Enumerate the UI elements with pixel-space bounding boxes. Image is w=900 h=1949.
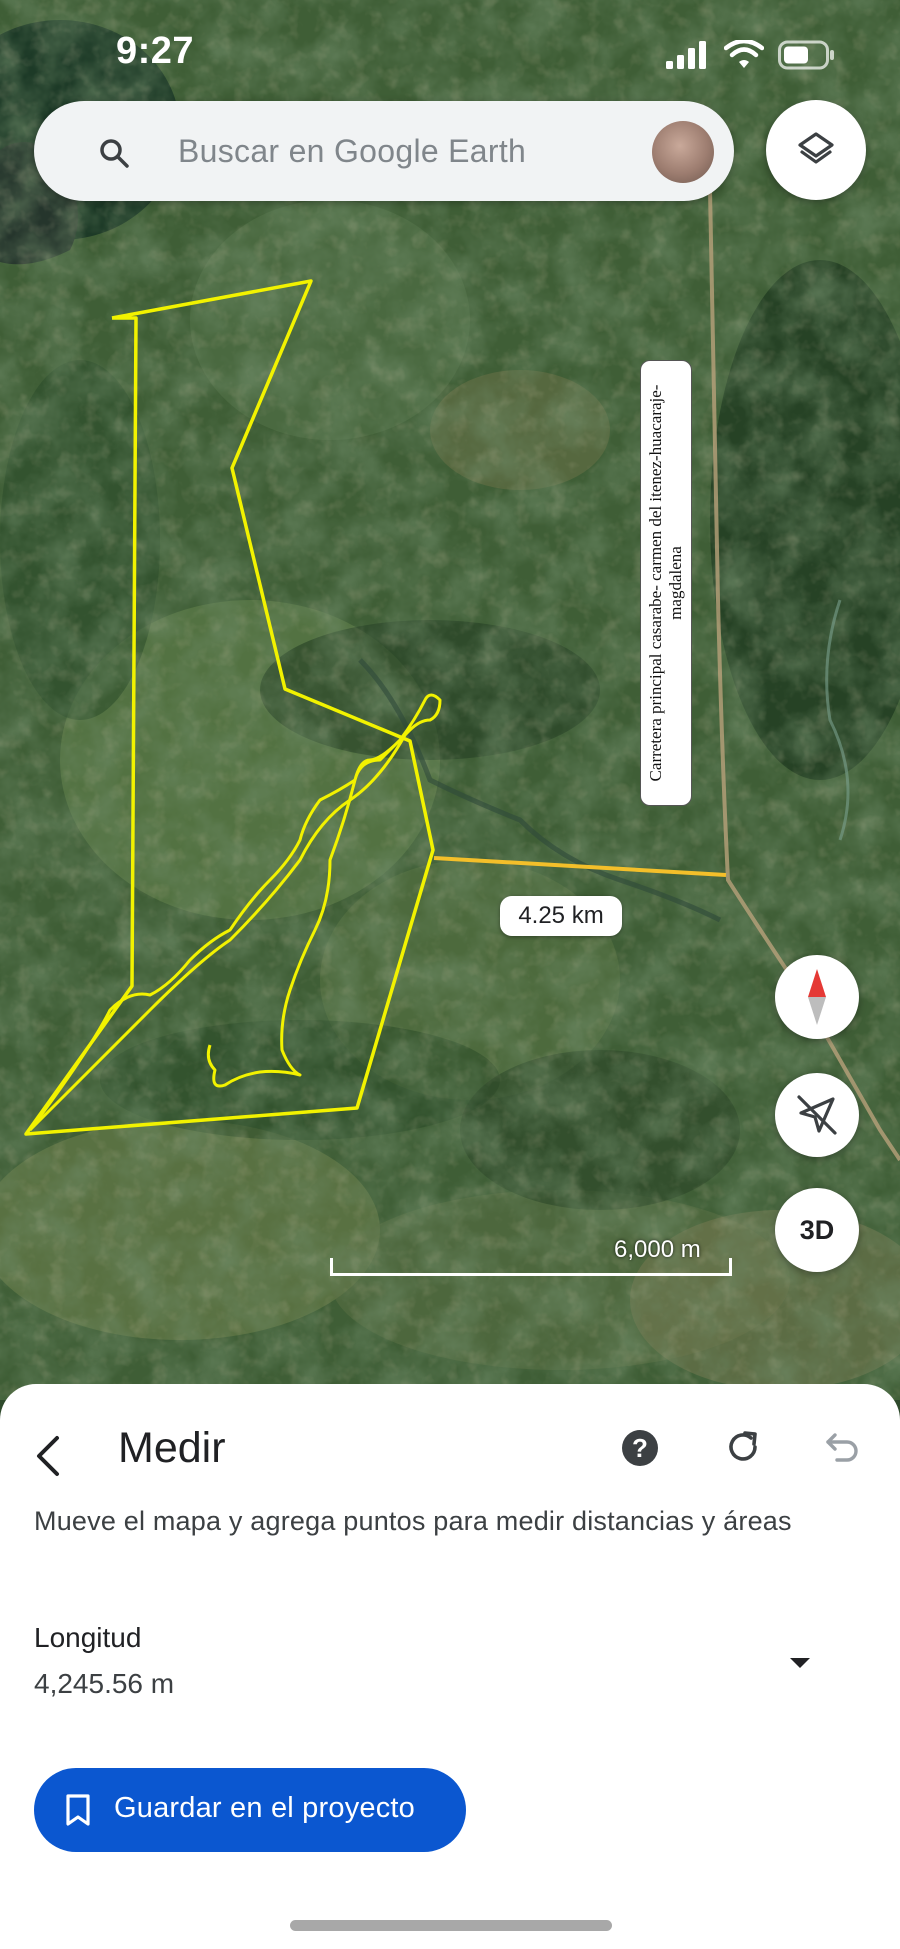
panel-title: Medir bbox=[118, 1424, 226, 1472]
road-label-text: Carretera principal casarabe- carmen del… bbox=[646, 384, 685, 782]
refresh-icon bbox=[729, 1431, 757, 1461]
three-d-button[interactable]: 3D bbox=[775, 1188, 859, 1272]
satellite-map[interactable] bbox=[0, 0, 900, 1400]
measurement-distance-label: 4.25 km bbox=[500, 896, 622, 936]
save-to-project-label: Guardar en el proyecto bbox=[114, 1792, 416, 1824]
undo-icon bbox=[826, 1433, 858, 1462]
search-bar[interactable]: Buscar en Google Earth bbox=[34, 101, 734, 201]
back-arrow-icon bbox=[37, 1436, 59, 1476]
my-location-button[interactable] bbox=[775, 1073, 859, 1157]
status-icons bbox=[666, 40, 836, 70]
status-time: 9:27 bbox=[116, 30, 195, 72]
unit-dropdown[interactable] bbox=[778, 1646, 822, 1680]
instructions-text: Mueve el mapa y agrega puntos para medir… bbox=[34, 1506, 792, 1536]
status-bar: 9:27 bbox=[0, 0, 900, 100]
avatar[interactable] bbox=[652, 121, 714, 183]
compass-button[interactable] bbox=[775, 955, 859, 1039]
wifi-icon bbox=[724, 40, 764, 68]
dropdown-arrow-icon bbox=[790, 1658, 810, 1668]
bookmark-icon bbox=[66, 1794, 90, 1826]
scale-bar bbox=[330, 1258, 732, 1276]
layers-button[interactable] bbox=[766, 100, 866, 200]
help-button[interactable]: ? bbox=[622, 1430, 658, 1466]
search-input[interactable]: Buscar en Google Earth bbox=[178, 133, 526, 170]
road-placemark-label[interactable]: Carretera principal casarabe- carmen del… bbox=[640, 360, 692, 806]
battery-icon bbox=[778, 40, 834, 70]
back-button[interactable] bbox=[26, 1428, 70, 1484]
search-icon bbox=[100, 139, 129, 168]
cellular-signal-icon bbox=[666, 41, 706, 69]
location-off-icon bbox=[797, 1095, 837, 1135]
undo-button[interactable] bbox=[820, 1424, 866, 1470]
save-to-project-button[interactable]: Guardar en el proyecto bbox=[34, 1768, 466, 1852]
home-indicator[interactable] bbox=[290, 1920, 612, 1931]
length-value: 4,245.56 m bbox=[34, 1668, 175, 1699]
length-title: Longitud bbox=[34, 1622, 142, 1653]
measure-panel: Medir ? Mueve el mapa y agrega puntos pa… bbox=[0, 1384, 900, 1949]
layers-icon bbox=[798, 132, 834, 164]
compass-icon bbox=[808, 969, 826, 1025]
satellite-imagery bbox=[0, 0, 900, 1400]
reset-button[interactable] bbox=[720, 1424, 766, 1470]
